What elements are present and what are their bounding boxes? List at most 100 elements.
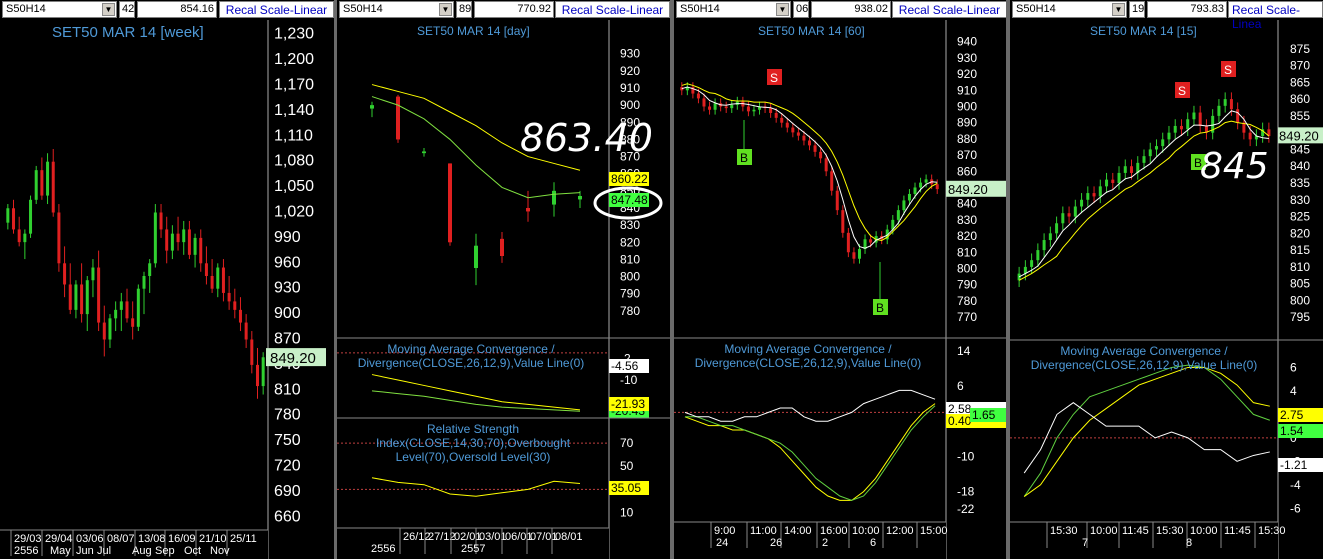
candle-body <box>1048 233 1052 241</box>
x-tick-sublabel: Nov <box>210 545 230 557</box>
y-tick-label: 50 <box>620 459 634 473</box>
candle-body <box>1130 166 1134 173</box>
candle-body <box>448 163 452 243</box>
rsi-title: Relative Strength Index(CLOSE,14,30,70),… <box>375 422 571 464</box>
macd-value-label: -21.93 <box>611 397 645 411</box>
x-tick-sublabel: May <box>50 545 71 557</box>
candle-body <box>227 292 231 302</box>
candle-body <box>1042 240 1046 251</box>
candle-body <box>752 109 756 112</box>
y-tick-label: 810 <box>274 381 301 398</box>
candle-body <box>131 318 135 327</box>
candle-body <box>119 301 123 310</box>
x-tick-sublabel: 24 <box>716 537 728 549</box>
y-tick-label: -10 <box>957 449 975 463</box>
y-tick-label: 910 <box>957 83 977 97</box>
m15-price-chart[interactable]: 8758708658608558508458408358308258208158… <box>1010 0 1323 559</box>
y-tick-label: 930 <box>620 47 640 61</box>
candle-body <box>902 200 906 211</box>
candle-body <box>1179 125 1183 130</box>
weekly-price-chart[interactable]: 1,230 1,200 1,170 1,140 1,110 1,080 1,050 1,020… <box>0 0 334 559</box>
y-tick-label: 920 <box>957 67 977 81</box>
candle-body <box>193 237 197 255</box>
candle-body <box>422 151 426 154</box>
candle-body <box>17 229 21 243</box>
x-tick-sublabel: 7 <box>1082 537 1088 549</box>
x-tick-label: 10:00 <box>852 525 880 537</box>
y-tick-label: 845 <box>1290 142 1310 156</box>
y-tick-label: 880 <box>957 132 977 146</box>
candle-body <box>713 103 717 110</box>
x-tick-sublabel: Oct <box>184 545 201 557</box>
sell-marker: S <box>770 71 778 85</box>
candle-body <box>250 339 254 365</box>
macd-value-label: -4.56 <box>611 359 639 373</box>
x-tick-sublabel: Jul <box>97 545 111 557</box>
macd-value-label: -1.21 <box>1280 458 1308 472</box>
daily-price-chart[interactable]: 9309209109008908808708608508408308208108… <box>337 0 670 559</box>
y-tick-label: 820 <box>620 235 640 249</box>
x-tick-sublabel: 2557 <box>461 543 485 555</box>
hourly-price-chart[interactable]: 9409309209109008908808708608508408308208… <box>674 0 1007 559</box>
macd-histogram-line <box>684 389 936 422</box>
candle-body <box>1111 179 1115 183</box>
y-tick-label: 810 <box>620 252 640 266</box>
y-tick-label: 800 <box>1290 293 1310 307</box>
y-tick-label: 825 <box>1290 210 1310 224</box>
chart-title: SET50 MAR 14 [week] <box>52 24 204 41</box>
candle-body <box>1229 99 1233 110</box>
y-tick-label: 6 <box>957 379 964 393</box>
buy-marker: B <box>740 151 748 165</box>
y-tick-label: 1,170 <box>274 77 314 94</box>
candle-body <box>824 158 828 172</box>
candle-body <box>500 238 504 256</box>
x-tick-label: 02/01 <box>454 531 482 543</box>
candle-body <box>1236 109 1240 123</box>
last-price-label: 849.20 <box>1279 128 1319 143</box>
candle-body <box>221 267 225 293</box>
last-price-label: 849.20 <box>270 350 316 367</box>
candle-body <box>6 208 10 223</box>
x-tick-label: 9:00 <box>714 525 735 537</box>
candle-body <box>896 210 900 220</box>
candle-body <box>23 233 27 243</box>
candle-body <box>46 161 50 196</box>
y-tick-label: 830 <box>620 218 640 232</box>
candle-body <box>841 210 845 233</box>
chart-title: SET50 MAR 14 [60] <box>758 24 865 38</box>
y-tick-label: 830 <box>957 213 977 227</box>
y-tick-label: 900 <box>957 100 977 114</box>
candle-body <box>808 140 811 146</box>
y-tick-label: 6 <box>1290 360 1297 374</box>
candle-body <box>846 232 850 253</box>
y-tick-label: 1,140 <box>274 102 314 119</box>
candle-body <box>1061 213 1065 224</box>
candle-body <box>210 276 214 289</box>
macd-value-label: 1.65 <box>972 408 996 422</box>
y-tick-label: 790 <box>620 287 640 301</box>
y-tick-label: 690 <box>274 483 301 500</box>
y-tick-label: 920 <box>620 64 640 78</box>
x-tick-label: 11:45 <box>1224 525 1251 537</box>
candle-body <box>142 276 146 289</box>
candle-body <box>819 151 823 159</box>
macd-value-label: 0.40 <box>948 414 972 428</box>
y-tick-label: 790 <box>957 278 977 292</box>
candle-body <box>204 263 208 276</box>
candle-body <box>791 127 795 133</box>
x-tick-sublabel: 2556 <box>371 543 395 555</box>
y-tick-label: 820 <box>957 229 977 243</box>
y-tick-label: 1,230 <box>274 26 314 43</box>
y-tick-label: 1,050 <box>274 178 314 195</box>
macd-signal-line <box>371 390 581 412</box>
x-tick-label: 12:00 <box>886 525 914 537</box>
candle-body <box>526 208 530 212</box>
candle-body <box>1142 156 1146 163</box>
candle-body <box>57 212 61 264</box>
candle-body <box>170 233 174 251</box>
x-tick-label: 11:45 <box>1122 525 1149 537</box>
candle-body <box>396 96 400 140</box>
candle-body <box>1148 149 1152 157</box>
candle-body <box>913 187 917 194</box>
ma-short-line <box>1018 110 1269 278</box>
